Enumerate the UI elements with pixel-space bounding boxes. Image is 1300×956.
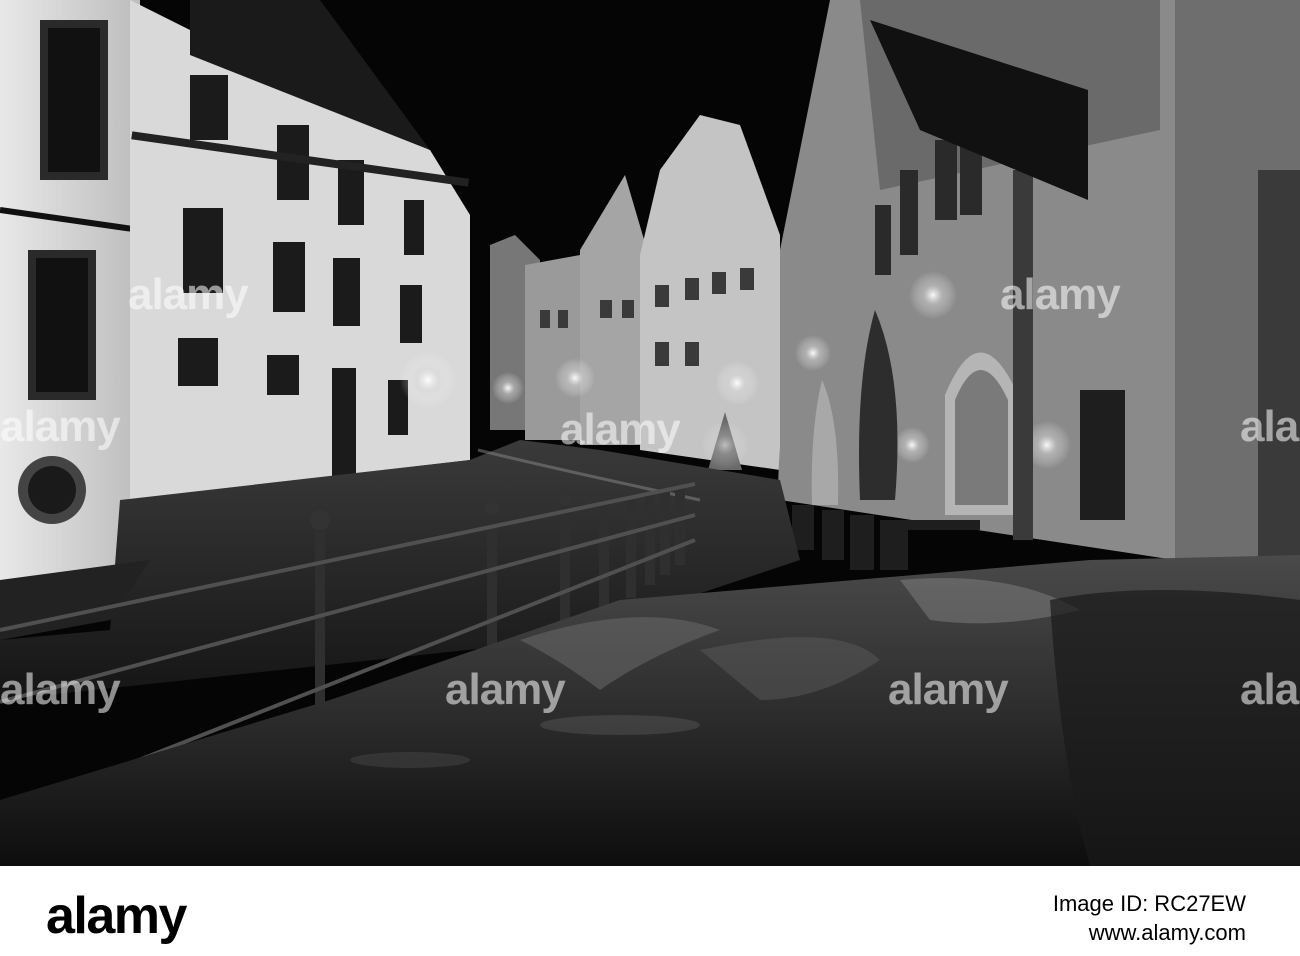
image-id: Image ID: RC27EW — [1052, 891, 1246, 916]
alamy-logo[interactable]: alamy — [46, 886, 187, 946]
sign-post — [1013, 170, 1033, 540]
night-street-scene — [0, 0, 1300, 866]
stock-photo: alamy alamy alamy alamy alamy alamy alam… — [0, 0, 1300, 866]
site-link[interactable]: www.alamy.com — [1089, 920, 1246, 946]
stock-footer: alamy Image ID: RC27EW www.alamy.com — [0, 866, 1300, 956]
